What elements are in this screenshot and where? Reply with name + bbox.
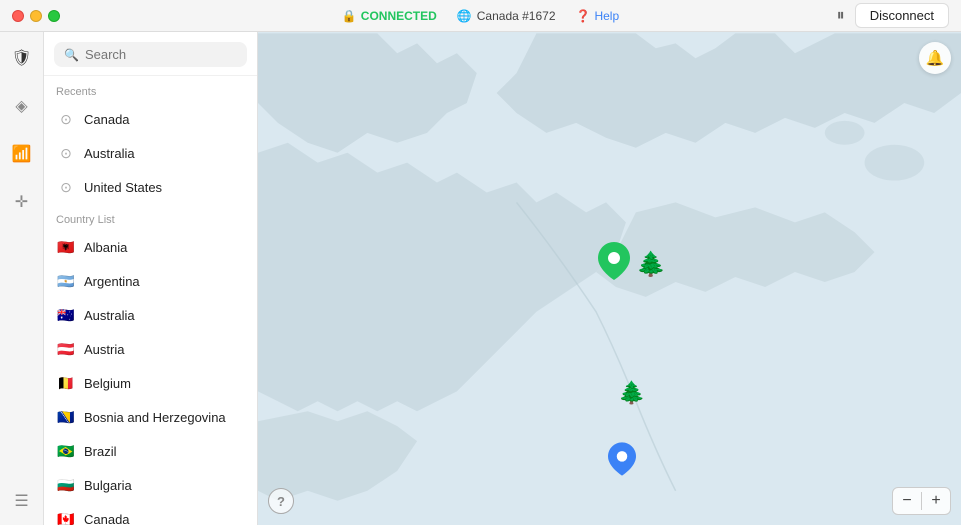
sidebar-icons: 🛡 ◈ 📶 ✛ ☰ xyxy=(0,32,44,525)
search-input-wrap[interactable]: 🔍 xyxy=(54,42,247,67)
pause-icon[interactable]: ⏸ xyxy=(837,7,845,25)
austria-label: Austria xyxy=(84,342,124,357)
bell-icon: 🔔 xyxy=(926,49,945,67)
country-austria[interactable]: 🇦🇹 Austria xyxy=(44,332,257,366)
recent-australia[interactable]: ⊙ Australia xyxy=(44,136,257,170)
brazil-flag: 🇧🇷 xyxy=(56,441,76,461)
titlebar-right: ⏸ Disconnect xyxy=(837,3,949,28)
country-australia[interactable]: 🇦🇺 Australia xyxy=(44,298,257,332)
bulgaria-flag: 🇧🇬 xyxy=(56,475,76,495)
connected-label: CONNECTED xyxy=(361,9,437,23)
bulgaria-label: Bulgaria xyxy=(84,478,132,493)
tree-icon-1: 🌲 xyxy=(636,250,666,279)
blue-pin-icon xyxy=(608,442,636,476)
recent-canada-label: Canada xyxy=(84,112,130,127)
search-input[interactable] xyxy=(85,47,237,62)
server-info: 🌐 Canada #1672 xyxy=(457,9,556,23)
titlebar-center: 🔒 CONNECTED 🌐 Canada #1672 ❓ Help xyxy=(342,9,619,23)
map-area[interactable]: 🌲 🌲 🔔 ? − xyxy=(258,32,961,525)
country-albania[interactable]: 🇦🇱 Albania xyxy=(44,230,257,264)
recent-united-states[interactable]: ⊙ United States xyxy=(44,170,257,204)
country-canada[interactable]: 🇨🇦 Canada xyxy=(44,502,257,525)
secondary-location-pin xyxy=(608,442,636,476)
vpn-location-pin xyxy=(598,242,630,280)
search-icon: 🔍 xyxy=(64,48,79,62)
zoom-out-button[interactable]: − xyxy=(893,488,921,514)
belgium-flag: 🇧🇪 xyxy=(56,373,76,393)
help-circle-icon: ❓ xyxy=(576,9,591,23)
tree-icon-2: 🌲 xyxy=(618,380,645,406)
question-icon: ? xyxy=(277,494,285,509)
layers-icon: ◈ xyxy=(15,96,27,116)
austria-flag: 🇦🇹 xyxy=(56,339,76,359)
sidebar-item-stats[interactable]: 📶 xyxy=(8,140,36,168)
zoom-controls: − + xyxy=(892,487,951,515)
search-bar: 🔍 xyxy=(44,32,257,76)
australia-label: Australia xyxy=(84,308,135,323)
country-brazil[interactable]: 🇧🇷 Brazil xyxy=(44,434,257,468)
sidebar-item-shield[interactable]: 🛡 xyxy=(8,44,36,72)
albania-label: Albania xyxy=(84,240,127,255)
country-bulgaria[interactable]: 🇧🇬 Bulgaria xyxy=(44,468,257,502)
sidebar-scroll[interactable]: Recents ⊙ Canada ⊙ Australia ⊙ United St… xyxy=(44,76,257,525)
australia-flag: 🇦🇺 xyxy=(56,305,76,325)
zoom-in-button[interactable]: + xyxy=(922,488,950,514)
server-name: Canada #1672 xyxy=(477,9,556,23)
clock-icon: ⊙ xyxy=(56,177,76,197)
maximize-button[interactable] xyxy=(48,10,60,22)
close-button[interactable] xyxy=(12,10,24,22)
lock-icon: 🔒 xyxy=(342,9,357,23)
map-background: 🌲 🌲 🔔 ? − xyxy=(258,32,961,525)
bosnia-label: Bosnia and Herzegovina xyxy=(84,410,226,425)
country-belgium[interactable]: 🇧🇪 Belgium xyxy=(44,366,257,400)
sidebar-list: 🔍 Recents ⊙ Canada ⊙ Australia ⊙ United … xyxy=(44,32,258,525)
bosnia-flag: 🇧🇦 xyxy=(56,407,76,427)
disconnect-button[interactable]: Disconnect xyxy=(855,3,949,28)
canada-flag: 🇨🇦 xyxy=(56,509,76,525)
map-controls: ? − + xyxy=(268,487,951,515)
sidebar-item-menu[interactable]: ☰ xyxy=(8,487,36,515)
country-argentina[interactable]: 🇦🇷 Argentina xyxy=(44,264,257,298)
titlebar: 🔒 CONNECTED 🌐 Canada #1672 ❓ Help ⏸ Disc… xyxy=(0,0,961,32)
clock-icon: ⊙ xyxy=(56,143,76,163)
recent-us-label: United States xyxy=(84,180,162,195)
argentina-label: Argentina xyxy=(84,274,140,289)
argentina-flag: 🇦🇷 xyxy=(56,271,76,291)
notification-bell[interactable]: 🔔 xyxy=(919,42,951,74)
shield-icon: 🛡 xyxy=(11,48,31,68)
globe-icon: 🌐 xyxy=(457,9,472,23)
country-list-label: Country List xyxy=(44,204,257,230)
crosshair-icon: ✛ xyxy=(15,192,28,212)
main-container: 🛡 ◈ 📶 ✛ ☰ 🔍 Recents ⊙ Canada xyxy=(0,32,961,525)
albania-flag: 🇦🇱 xyxy=(56,237,76,257)
sidebar-item-layers[interactable]: ◈ xyxy=(8,92,36,120)
belgium-label: Belgium xyxy=(84,376,131,391)
brazil-label: Brazil xyxy=(84,444,117,459)
menu-icon: ☰ xyxy=(14,491,28,511)
recent-canada[interactable]: ⊙ Canada xyxy=(44,102,257,136)
traffic-lights xyxy=(0,10,60,22)
connected-badge: 🔒 CONNECTED xyxy=(342,9,437,23)
help-question-button[interactable]: ? xyxy=(268,488,294,514)
minimize-button[interactable] xyxy=(30,10,42,22)
clock-icon: ⊙ xyxy=(56,109,76,129)
green-pin-icon xyxy=(598,242,630,280)
canada-label: Canada xyxy=(84,512,130,525)
chart-bar-icon: 📶 xyxy=(12,144,32,164)
country-bosnia[interactable]: 🇧🇦 Bosnia and Herzegovina xyxy=(44,400,257,434)
help-button[interactable]: ❓ Help xyxy=(576,9,620,23)
sidebar-item-crosshair[interactable]: ✛ xyxy=(8,188,36,216)
help-label: Help xyxy=(594,9,619,23)
recent-australia-label: Australia xyxy=(84,146,135,161)
recents-label: Recents xyxy=(44,76,257,102)
